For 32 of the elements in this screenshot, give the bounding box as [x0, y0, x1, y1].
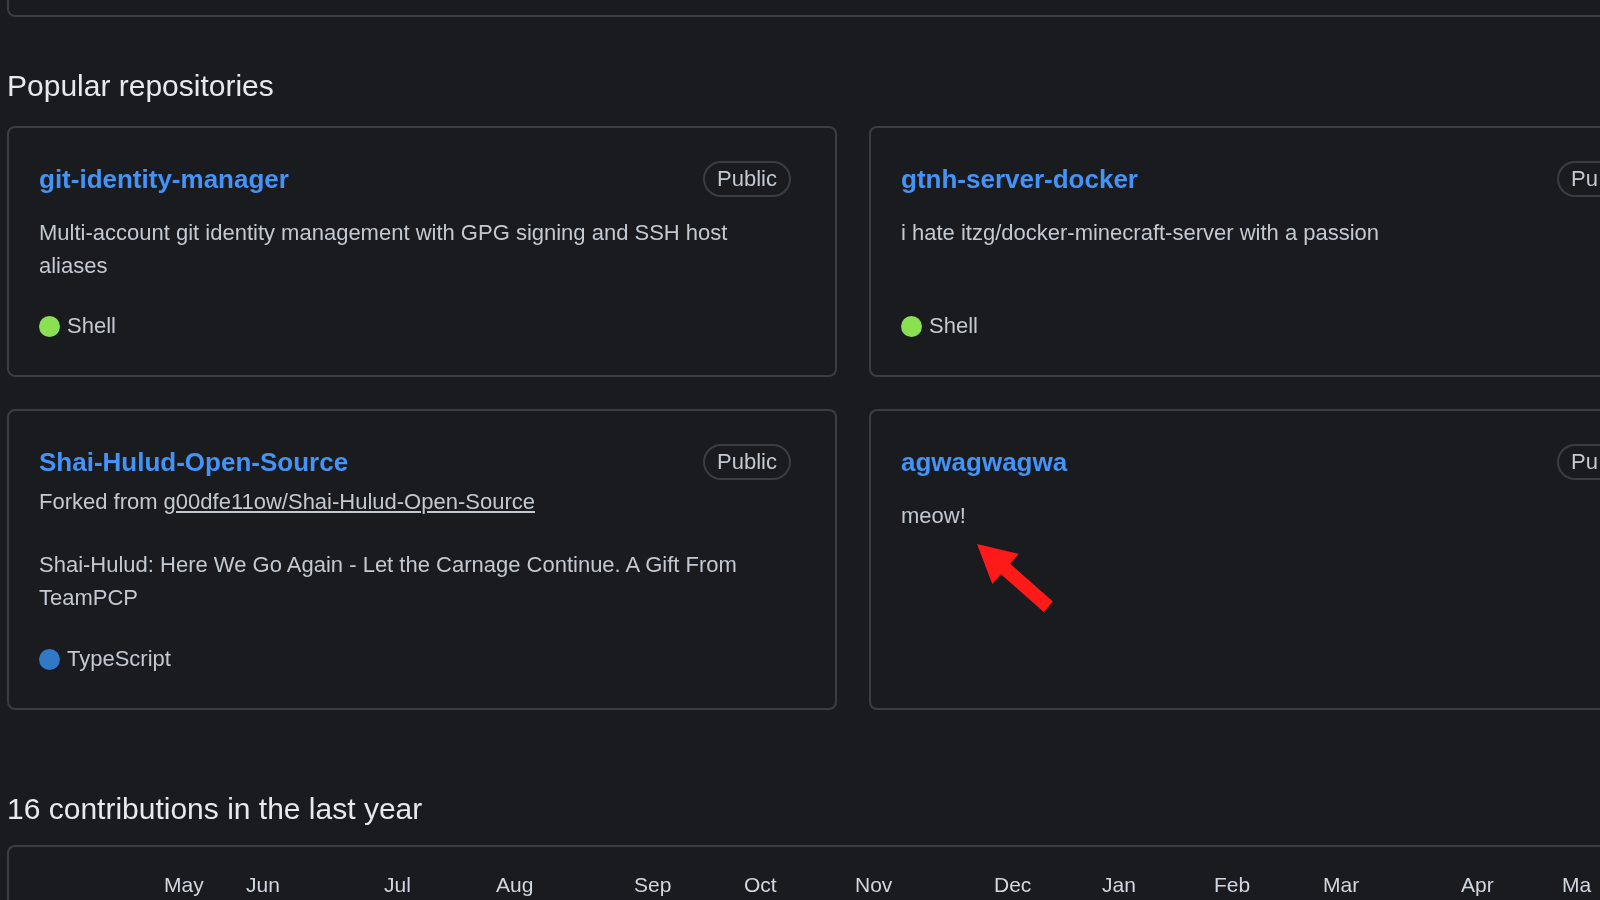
- visibility-label: Public: [703, 161, 791, 197]
- repository-link[interactable]: git-identity-manager: [39, 163, 289, 195]
- month-label: Sep: [634, 873, 672, 897]
- repository-description: i hate itzg/docker-minecraft-server with a passion: [901, 219, 1381, 247]
- month-label: Nov: [855, 873, 893, 897]
- visibility-label: Pu: [1557, 161, 1600, 197]
- month-label: Apr: [1461, 873, 1494, 897]
- repository-description: Shai-Hulud: Here We Go Again - Let the Carnage Continue. A Gift From TeamPCP: [39, 551, 738, 612]
- section-title: Popular repositories: [7, 68, 275, 104]
- month-label: May: [164, 873, 204, 897]
- month-label: Feb: [1214, 873, 1251, 897]
- repository-description: Multi-account git identity management with GPG signing and SSH host aliases: [39, 219, 729, 280]
- month-label: Jan: [1102, 873, 1136, 897]
- month-label: Aug: [496, 873, 534, 897]
- contributions-title: 16 contributions in the last year: [7, 791, 424, 827]
- month-label: Oct: [744, 873, 777, 897]
- month-label: Mar: [1323, 873, 1360, 897]
- month-label: Jul: [384, 873, 411, 897]
- month-label: Ma: [1562, 873, 1592, 897]
- repository-link[interactable]: gtnh-server-docker: [901, 163, 1138, 195]
- repository-link[interactable]: Shai-Hulud-Open-Source: [39, 446, 349, 478]
- visibility-label: Pu: [1557, 444, 1600, 480]
- language-label: Shell: [929, 312, 978, 340]
- month-label: Jun: [246, 873, 280, 897]
- repository-link[interactable]: agwagwagwa: [901, 446, 1068, 478]
- fork-label: Forked from: [39, 488, 158, 516]
- repository-description: meow!: [901, 502, 967, 530]
- language-label: TypeScript: [67, 645, 171, 673]
- visibility-label: Public: [703, 444, 791, 480]
- language-label: Shell: [67, 312, 116, 340]
- month-label: Dec: [994, 873, 1032, 897]
- fork-source-link[interactable]: g00dfe11ow/Shai-Hulud-Open-Source: [163, 485, 535, 518]
